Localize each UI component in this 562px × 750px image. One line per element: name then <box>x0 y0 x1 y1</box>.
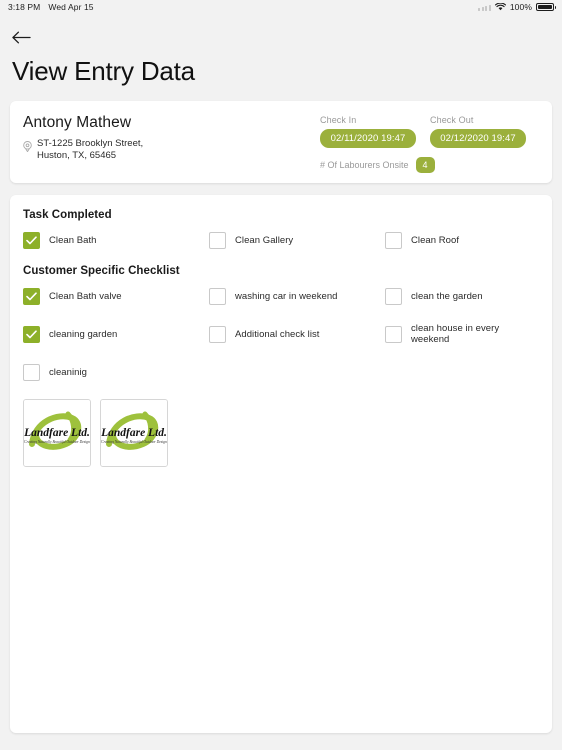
photo-thumbnail[interactable]: Landfare Ltd. "Creating Naturally Beauti… <box>23 399 91 467</box>
svg-text:Landfare Ltd.: Landfare Ltd. <box>24 427 90 439</box>
arrow-left-icon <box>12 31 31 48</box>
checklist-item-clean-bath-valve[interactable]: Clean Bath valve <box>23 277 209 315</box>
customer-address: ST-1225 Brooklyn Street, Huston, TX, 654… <box>23 138 320 161</box>
checklist-item-label: cleaning garden <box>49 328 118 340</box>
back-button[interactable] <box>0 14 52 49</box>
status-bar-left: 3:18 PM Wed Apr 15 <box>8 2 94 12</box>
svg-text:"Creating Naturally Beautiful: "Creating Naturally Beautiful Outdoor De… <box>101 440 167 444</box>
checkbox-unchecked-icon[interactable] <box>209 287 226 305</box>
checklist-item-label: cleaninig <box>49 366 87 378</box>
task-item-clean-gallery[interactable]: Clean Gallery <box>209 221 385 259</box>
checklist-item-cleaning-garden[interactable]: cleaning garden <box>23 315 209 353</box>
checkbox-unchecked-icon[interactable] <box>385 287 402 305</box>
checklist-item-label: clean the garden <box>411 290 483 302</box>
battery-percent-label: 100% <box>509 2 532 12</box>
landfare-logo-icon: Landfare Ltd. "Creating Naturally Beauti… <box>24 400 90 466</box>
check-out-value: 02/12/2020 19:47 <box>430 129 526 148</box>
wifi-icon <box>494 3 506 11</box>
task-item-clean-bath[interactable]: Clean Bath <box>23 221 209 259</box>
location-pin-icon <box>23 139 32 157</box>
checkbox-unchecked-icon[interactable] <box>385 231 402 249</box>
labourers-label: # Of Labourers Onsite <box>320 160 409 170</box>
task-item-label: Clean Bath <box>49 234 97 246</box>
check-times-row: Check In 02/11/2020 19:47 Check Out 02/1… <box>320 115 538 148</box>
status-time: 3:18 PM <box>8 2 41 12</box>
status-bar-right: 100% <box>478 2 556 12</box>
checklist-item-additional-check-list[interactable]: Additional check list <box>209 315 385 353</box>
checklist-item-cleaninig[interactable]: cleaninig <box>23 353 209 391</box>
address-line-2: Huston, TX, 65465 <box>37 149 117 161</box>
customer-checklist-title: Customer Specific Checklist <box>23 265 180 277</box>
check-out-label: Check Out <box>430 115 474 125</box>
task-completed-title: Task Completed <box>23 209 112 221</box>
task-item-label: Clean Gallery <box>235 234 294 246</box>
customer-name: Antony Mathew <box>23 114 132 131</box>
signal-dots-icon <box>478 4 491 11</box>
check-times-section: Check In 02/11/2020 19:47 Check Out 02/1… <box>320 101 552 183</box>
svg-text:Landfare Ltd.: Landfare Ltd. <box>101 427 167 439</box>
labourers-count-badge: 4 <box>415 157 435 173</box>
checklist-item-label: Additional check list <box>235 328 320 340</box>
checkbox-unchecked-icon[interactable] <box>23 363 40 381</box>
checklist-item-label: washing car in weekend <box>235 290 338 302</box>
checklist-item-washing-car[interactable]: washing car in weekend <box>209 277 385 315</box>
checkbox-checked-icon[interactable] <box>23 231 40 249</box>
task-item-clean-roof[interactable]: Clean Roof <box>385 221 539 259</box>
address-line-1: ST-1225 Brooklyn Street, <box>37 138 144 149</box>
checkbox-unchecked-icon[interactable] <box>385 325 402 343</box>
check-in-value: 02/11/2020 19:47 <box>320 129 416 148</box>
status-bar: 3:18 PM Wed Apr 15 100% <box>0 0 562 14</box>
checklist-item-clean-the-garden[interactable]: clean the garden <box>385 277 539 315</box>
checklist-card: Task Completed Clean Bath Clean Gallery … <box>10 195 552 733</box>
checkbox-unchecked-icon[interactable] <box>209 231 226 249</box>
checkbox-checked-icon[interactable] <box>23 325 40 343</box>
svg-text:"Creating Naturally Beautiful: "Creating Naturally Beautiful Outdoor De… <box>24 440 90 444</box>
checklist-item-label: clean house in every weekend <box>411 323 500 345</box>
battery-icon <box>536 3 556 11</box>
address-text: ST-1225 Brooklyn Street, Huston, TX, 654… <box>37 138 143 161</box>
checkbox-unchecked-icon[interactable] <box>209 325 226 343</box>
photo-attachments: Landfare Ltd. "Creating Naturally Beauti… <box>23 399 539 467</box>
customer-info: Antony Mathew ST-1225 Brooklyn Street, H… <box>10 101 320 183</box>
landfare-logo-icon: Landfare Ltd. "Creating Naturally Beauti… <box>101 400 167 466</box>
checkbox-checked-icon[interactable] <box>23 287 40 305</box>
task-item-label: Clean Roof <box>411 234 460 246</box>
page-title: View Entry Data <box>12 56 195 86</box>
checklist-item-clean-house-every-weekend[interactable]: clean house in every weekend <box>385 315 539 353</box>
photo-thumbnail[interactable]: Landfare Ltd. "Creating Naturally Beauti… <box>100 399 168 467</box>
labourers-row: # Of Labourers Onsite 4 <box>320 157 538 173</box>
checklist-item-label: Clean Bath valve <box>49 290 122 302</box>
entry-info-card: Antony Mathew ST-1225 Brooklyn Street, H… <box>10 101 552 183</box>
check-in-label: Check In <box>320 115 357 125</box>
check-in-group: Check In 02/11/2020 19:47 <box>320 115 416 148</box>
check-out-group: Check Out 02/12/2020 19:47 <box>430 115 526 148</box>
task-completed-list: Clean Bath Clean Gallery Clean Roof <box>23 221 539 259</box>
status-date: Wed Apr 15 <box>48 2 94 12</box>
customer-checklist-list: Clean Bath valve washing car in weekend … <box>23 277 539 391</box>
